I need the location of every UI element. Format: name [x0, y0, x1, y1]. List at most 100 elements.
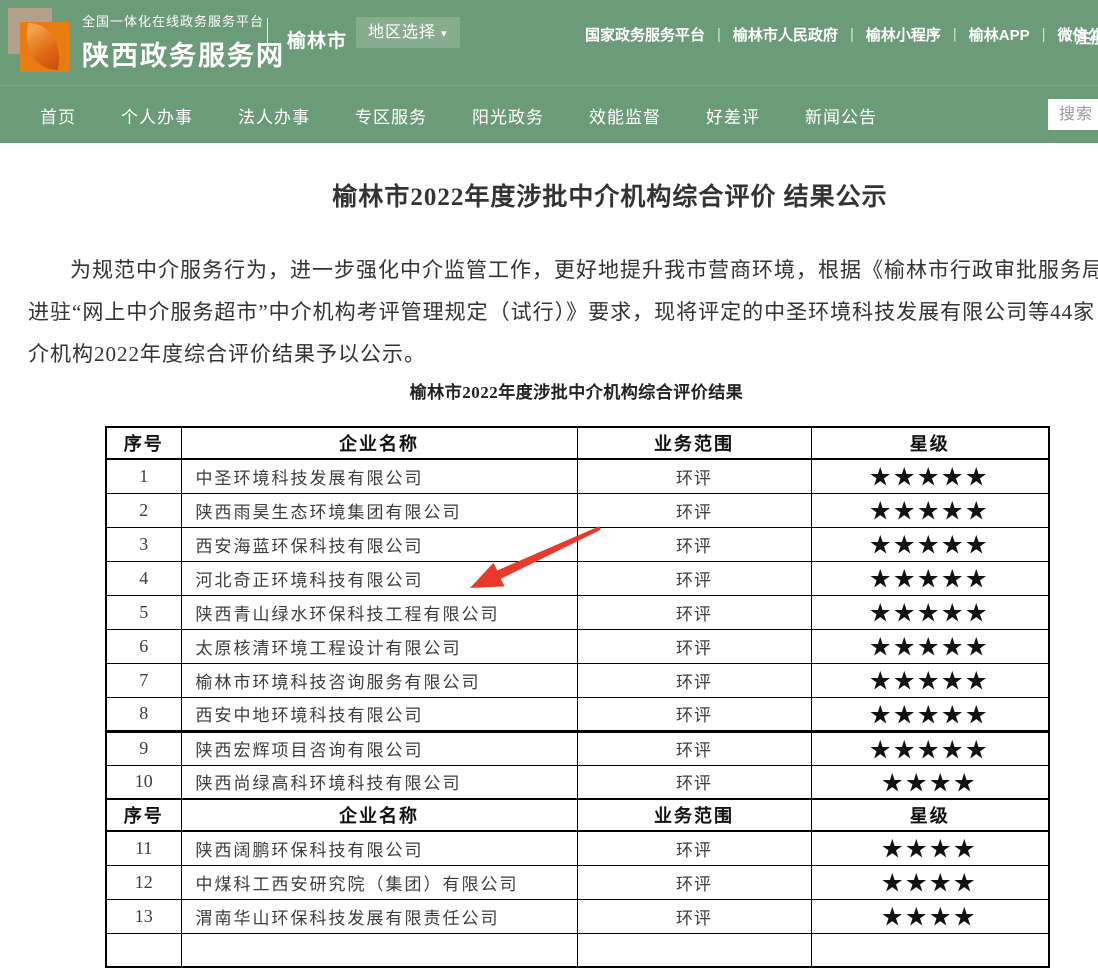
- cell-scope: 环评: [577, 527, 811, 561]
- cell-num: [106, 933, 181, 967]
- cell-name: 渭南华山环保科技发展有限责任公司: [181, 899, 577, 933]
- cell-num: 11: [106, 831, 181, 865]
- platform-tagline: 全国一体化在线政务服务平台: [82, 11, 285, 30]
- column-header: 星级: [811, 427, 1049, 459]
- nav-item-zone-services[interactable]: 专区服务: [355, 103, 427, 128]
- announcement-paragraph: 为规范中介服务行为，进一步强化中介监管工作，更好地提升我市营商环境，根据《榆林市…: [28, 249, 1098, 375]
- column-header: 序号: [106, 799, 181, 831]
- cell-scope: 环评: [577, 595, 811, 629]
- header-link-mini-program[interactable]: 榆林小程序: [854, 24, 953, 45]
- table-row-clipped: [106, 933, 1049, 967]
- cell-name: 陕西阔鹏环保科技有限公司: [181, 831, 577, 865]
- cell-scope: 环评: [577, 663, 811, 697]
- cell-stars: ★★★★★: [811, 663, 1049, 697]
- table-row: 9陕西宏辉项目咨询有限公司环评★★★★★: [106, 731, 1049, 765]
- cell-name: 西安中地环境科技有限公司: [181, 697, 577, 731]
- cell-num: 12: [106, 865, 181, 899]
- cell-stars: [811, 933, 1049, 967]
- cell-name: 中圣环境科技发展有限公司: [181, 459, 577, 493]
- header-links: 国家政务服务平台 | 榆林市人民政府 | 榆林小程序 | 榆林APP | 微信公…: [573, 24, 1098, 45]
- leaf-icon: [22, 23, 64, 71]
- cell-stars: ★★★★★: [811, 697, 1049, 731]
- column-header: 序号: [106, 427, 181, 459]
- table-row: 10陕西尚绿高科环境科技有限公司环评★★★★: [106, 765, 1049, 799]
- table-row: 8西安中地环境科技有限公司环评★★★★★: [106, 697, 1049, 731]
- table-row: 1中圣环境科技发展有限公司环评★★★★★: [106, 459, 1049, 493]
- paragraph-line: 介机构2022年度综合评价结果予以公示。: [28, 333, 1098, 375]
- cell-name: [181, 933, 577, 967]
- cell-name: 西安海蓝环保科技有限公司: [181, 527, 577, 561]
- cell-num: 6: [106, 629, 181, 663]
- cell-stars: ★★★★★: [811, 629, 1049, 663]
- cell-stars: ★★★★: [811, 831, 1049, 865]
- search-input[interactable]: [1048, 99, 1098, 130]
- site-brand: 全国一体化在线政务服务平台 陕西政务服务网: [82, 11, 285, 73]
- cell-scope: 环评: [577, 697, 811, 731]
- cell-num: 5: [106, 595, 181, 629]
- cell-scope: 环评: [577, 493, 811, 527]
- cell-num: 3: [106, 527, 181, 561]
- nav-item-rating[interactable]: 好差评: [706, 103, 760, 128]
- cell-stars: ★★★★: [811, 899, 1049, 933]
- cell-name: 太原核清环境工程设计有限公司: [181, 629, 577, 663]
- column-header: 业务范围: [577, 427, 811, 459]
- site-name: 陕西政务服务网: [82, 34, 285, 73]
- nav-item-efficiency-supervision[interactable]: 效能监督: [589, 103, 661, 128]
- table-header-row: 序号企业名称业务范围星级: [106, 799, 1049, 831]
- cell-scope: 环评: [577, 865, 811, 899]
- cell-num: 10: [106, 765, 181, 799]
- chevron-down-icon: ▾: [441, 28, 448, 40]
- cell-name: 陕西尚绿高科环境科技有限公司: [181, 765, 577, 799]
- table-row: 2陕西雨昊生态环境集团有限公司环评★★★★★: [106, 493, 1049, 527]
- results-table-body: 序号企业名称业务范围星级1中圣环境科技发展有限公司环评★★★★★2陕西雨昊生态环…: [106, 427, 1049, 967]
- cell-scope: 环评: [577, 765, 811, 799]
- cell-stars: ★★★★★: [811, 595, 1049, 629]
- table-row: 6太原核清环境工程设计有限公司环评★★★★★: [106, 629, 1049, 663]
- nav-item-news[interactable]: 新闻公告: [805, 103, 877, 128]
- column-header: 企业名称: [181, 799, 577, 831]
- table-caption: 榆林市2022年度涉批中介机构综合评价结果: [105, 378, 1048, 403]
- cell-num: 1: [106, 459, 181, 493]
- cell-scope: 环评: [577, 629, 811, 663]
- table-row: 12中煤科工西安研究院（集团）有限公司环评★★★★: [106, 865, 1049, 899]
- nav-item-home[interactable]: 首页: [40, 103, 76, 128]
- table-row: 3西安海蓝环保科技有限公司环评★★★★★: [106, 527, 1049, 561]
- table-header-row: 序号企业名称业务范围星级: [106, 427, 1049, 459]
- header-link-app[interactable]: 榆林APP: [957, 24, 1042, 45]
- header-link-national-platform[interactable]: 国家政务服务平台: [573, 24, 717, 45]
- nav-item-personal[interactable]: 个人办事: [121, 103, 193, 128]
- cell-scope: 环评: [577, 731, 811, 765]
- table-row: 5陕西青山绿水环保科技工程有限公司环评★★★★★: [106, 595, 1049, 629]
- cell-num: 13: [106, 899, 181, 933]
- header-link-city-government[interactable]: 榆林市人民政府: [721, 24, 850, 45]
- cell-stars: ★★★★: [811, 765, 1049, 799]
- nav-item-legal-person[interactable]: 法人办事: [238, 103, 310, 128]
- nav-item-open-government[interactable]: 阳光政务: [472, 103, 544, 128]
- header-divider: [267, 18, 268, 60]
- cell-name: 中煤科工西安研究院（集团）有限公司: [181, 865, 577, 899]
- logo-orange-square: [20, 22, 70, 72]
- cell-scope: 环评: [577, 831, 811, 865]
- cell-scope: 环评: [577, 561, 811, 595]
- register-link[interactable]: 注册: [1075, 24, 1098, 48]
- column-header: 企业名称: [181, 427, 577, 459]
- cell-name: 陕西宏辉项目咨询有限公司: [181, 731, 577, 765]
- cell-name: 陕西青山绿水环保科技工程有限公司: [181, 595, 577, 629]
- column-header: 业务范围: [577, 799, 811, 831]
- table-row: 4河北奇正环境科技有限公司环评★★★★★: [106, 561, 1049, 595]
- cell-name: 河北奇正环境科技有限公司: [181, 561, 577, 595]
- cell-stars: ★★★★★: [811, 493, 1049, 527]
- cell-num: 7: [106, 663, 181, 697]
- region-select-label: 地区选择: [368, 24, 436, 41]
- column-header: 星级: [811, 799, 1049, 831]
- region-select-button[interactable]: 地区选择 ▾: [356, 17, 460, 48]
- cell-scope: 环评: [577, 459, 811, 493]
- current-city: 榆林市: [287, 26, 347, 53]
- cell-stars: ★★★★★: [811, 527, 1049, 561]
- results-table: 序号企业名称业务范围星级1中圣环境科技发展有限公司环评★★★★★2陕西雨昊生态环…: [105, 426, 1050, 968]
- cell-stars: ★★★★: [811, 865, 1049, 899]
- site-logo: [8, 8, 72, 74]
- cell-stars: ★★★★★: [811, 731, 1049, 765]
- nav-items: 首页 个人办事 法人办事 专区服务 阳光政务 效能监督 好差评 新闻公告: [40, 86, 877, 144]
- cell-name: 陕西雨昊生态环境集团有限公司: [181, 493, 577, 527]
